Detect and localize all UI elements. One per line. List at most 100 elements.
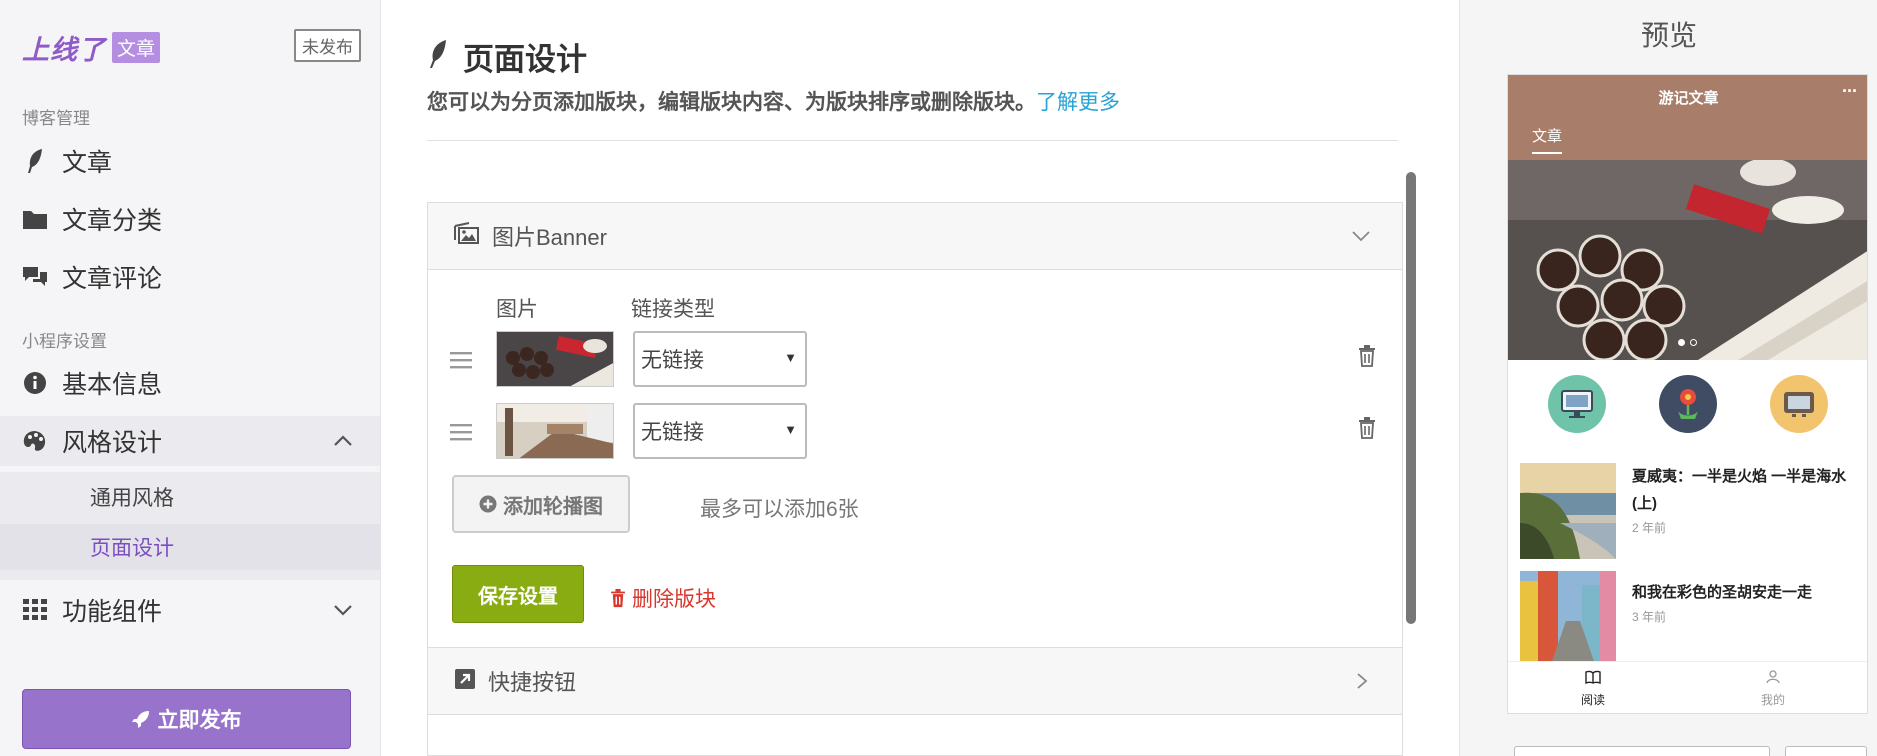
palette-icon xyxy=(22,428,48,454)
add-carousel-label: 添加轮播图 xyxy=(503,495,603,518)
article-list-item: 和我在彩色的圣胡安走一走 3 年前 xyxy=(1520,571,1860,667)
comments-icon xyxy=(22,264,48,290)
learn-more-link[interactable]: 了解更多 xyxy=(1036,91,1120,114)
publish-now-button[interactable]: 立即发布 xyxy=(22,689,351,749)
publish-now-label: 立即发布 xyxy=(157,709,242,732)
user-icon xyxy=(1766,670,1780,684)
sidebar-item-style-design[interactable]: 风格设计 xyxy=(0,416,380,466)
link-type-select[interactable]: 无链接 ▼ xyxy=(633,403,807,459)
phone-banner-image xyxy=(1508,158,1867,362)
sidebar-item-label: 文章分类 xyxy=(62,207,163,235)
article-title: 和我在彩色的圣胡安走一走 xyxy=(1632,584,1813,601)
trash-icon xyxy=(611,588,625,607)
banner-panel-header[interactable]: 图片Banner xyxy=(428,203,1402,270)
shortcut-panel-header[interactable]: 快捷按钮 xyxy=(428,648,1402,715)
trash-icon[interactable] xyxy=(1358,417,1376,439)
drag-handle-icon[interactable] xyxy=(450,351,472,374)
column-header-link-type: 链接类型 xyxy=(631,298,715,321)
brand: 上线了 文章 xyxy=(22,28,161,67)
sidebar-subitem-page-design[interactable]: 页面设计 xyxy=(0,524,380,570)
divider xyxy=(427,140,1398,141)
tabbar-item-read: 阅读 xyxy=(1548,670,1638,708)
shortcut-panel-title: 快捷按钮 xyxy=(488,670,577,695)
plus-circle-icon xyxy=(479,495,497,513)
sidebar-item-articles[interactable]: 文章 xyxy=(0,136,380,186)
link-type-value: 无链接 xyxy=(641,421,704,444)
sidebar-item-components[interactable]: 功能组件 xyxy=(0,585,380,635)
feather-icon xyxy=(427,39,449,74)
carousel-dots xyxy=(1678,339,1697,346)
book-icon xyxy=(1585,670,1601,684)
main-content: 页面设计 您可以为分页添加版块，编辑版块内容、为版块排序或删除版块。了解更多 图… xyxy=(381,0,1459,756)
sidebar-item-comments[interactable]: 文章评论 xyxy=(0,252,380,302)
sidebar-item-label: 基本信息 xyxy=(62,371,163,399)
page-title-text: 页面设计 xyxy=(463,42,587,77)
tabbar-item-mine: 我的 xyxy=(1728,670,1818,708)
sidebar: 上线了 文章 未发布 博客管理 文章 文章分类 文章评论 小程序设置 基本信息 … xyxy=(0,0,381,756)
phone-navbar: 游记文章 ··· 文章 xyxy=(1508,75,1867,160)
phone-nav-title: 游记文章 xyxy=(1658,90,1719,107)
preview-title: 预览 xyxy=(1640,20,1697,51)
sidebar-item-basic-info[interactable]: 基本信息 xyxy=(0,358,380,408)
add-carousel-button[interactable]: 添加轮播图 xyxy=(452,475,630,533)
scrollbar[interactable] xyxy=(1406,172,1416,624)
tabbar-label: 我的 xyxy=(1760,693,1785,707)
page-description: 您可以为分页添加版块，编辑版块内容、为版块排序或删除版块。了解更多 xyxy=(427,86,1120,116)
feather-icon xyxy=(22,148,48,174)
shortcut-panel: 快捷按钮 xyxy=(427,647,1403,756)
banner-panel: 图片Banner 图片 链接类型 无链接 ▼ 无链接 ▼ 添加轮播图 最多可以添… xyxy=(427,202,1403,648)
image-gallery-icon xyxy=(454,221,480,251)
group-label-blog: 博客管理 xyxy=(22,109,90,128)
article-thumbnail xyxy=(1520,571,1616,667)
preview-pane: 预览 游记文章 ··· 文章 夏威夷：一半是火焰 一半是海水(上) 2 年前 和… xyxy=(1459,0,1877,756)
sidebar-item-categories[interactable]: 文章分类 xyxy=(0,194,380,244)
article-date: 2 年前 xyxy=(1632,521,1667,535)
sidebar-item-label: 风格设计 xyxy=(62,429,163,457)
folder-icon xyxy=(22,206,48,232)
preview-action-button[interactable] xyxy=(1514,746,1770,756)
tv-icon xyxy=(1770,375,1828,433)
caret-down-icon: ▼ xyxy=(784,350,797,365)
chevron-down-icon xyxy=(332,599,354,626)
delete-block-label: 删除版块 xyxy=(632,588,716,611)
caret-down-icon: ▼ xyxy=(784,422,797,437)
more-icon: ··· xyxy=(1842,81,1858,101)
link-type-select[interactable]: 无链接 ▼ xyxy=(633,331,807,387)
preview-action-button[interactable] xyxy=(1785,746,1867,756)
article-date: 3 年前 xyxy=(1632,610,1667,624)
chevron-right-icon xyxy=(1350,670,1372,697)
delete-block-button[interactable]: 删除版块 xyxy=(610,583,716,613)
sidebar-item-label: 文章评论 xyxy=(62,265,163,293)
tabbar-label: 阅读 xyxy=(1580,693,1605,707)
group-label-miniapp: 小程序设置 xyxy=(22,332,107,351)
info-icon xyxy=(22,370,48,396)
sidebar-subitem-general-style[interactable]: 通用风格 xyxy=(0,474,380,520)
flower-icon xyxy=(1659,375,1717,433)
sidebar-item-label: 文章 xyxy=(62,149,113,177)
brand-logo: 上线了 xyxy=(22,35,106,65)
phone-preview: 游记文章 ··· 文章 夏威夷：一半是火焰 一半是海水(上) 2 年前 和我在彩… xyxy=(1507,74,1868,714)
save-settings-button[interactable]: 保存设置 xyxy=(452,565,584,623)
banner-panel-title: 图片Banner xyxy=(492,225,607,250)
page-description-text: 您可以为分页添加版块，编辑版块内容、为版块排序或删除版块。 xyxy=(427,91,1036,114)
drag-handle-icon[interactable] xyxy=(450,423,472,446)
phone-tab-articles: 文章 xyxy=(1532,125,1563,154)
chevron-up-icon xyxy=(332,430,354,457)
publish-status-badge: 未发布 xyxy=(294,29,361,62)
link-type-value: 无链接 xyxy=(641,349,704,372)
rocket-icon xyxy=(131,711,149,728)
monitor-icon xyxy=(1548,375,1606,433)
grid-icon xyxy=(22,597,48,623)
brand-tag: 文章 xyxy=(112,32,161,63)
banner-thumbnail[interactable] xyxy=(496,331,614,387)
sidebar-item-label: 功能组件 xyxy=(62,598,163,626)
article-thumbnail xyxy=(1520,463,1616,559)
article-list-item: 夏威夷：一半是火焰 一半是海水(上) 2 年前 xyxy=(1520,463,1860,559)
chevron-down-icon xyxy=(1350,225,1372,252)
phone-tabbar: 阅读 我的 xyxy=(1508,661,1867,713)
column-header-image: 图片 xyxy=(496,298,538,321)
add-carousel-hint: 最多可以添加6张 xyxy=(700,498,859,521)
trash-icon[interactable] xyxy=(1358,345,1376,367)
banner-thumbnail[interactable] xyxy=(496,403,614,459)
page-title: 页面设计 xyxy=(427,34,587,79)
